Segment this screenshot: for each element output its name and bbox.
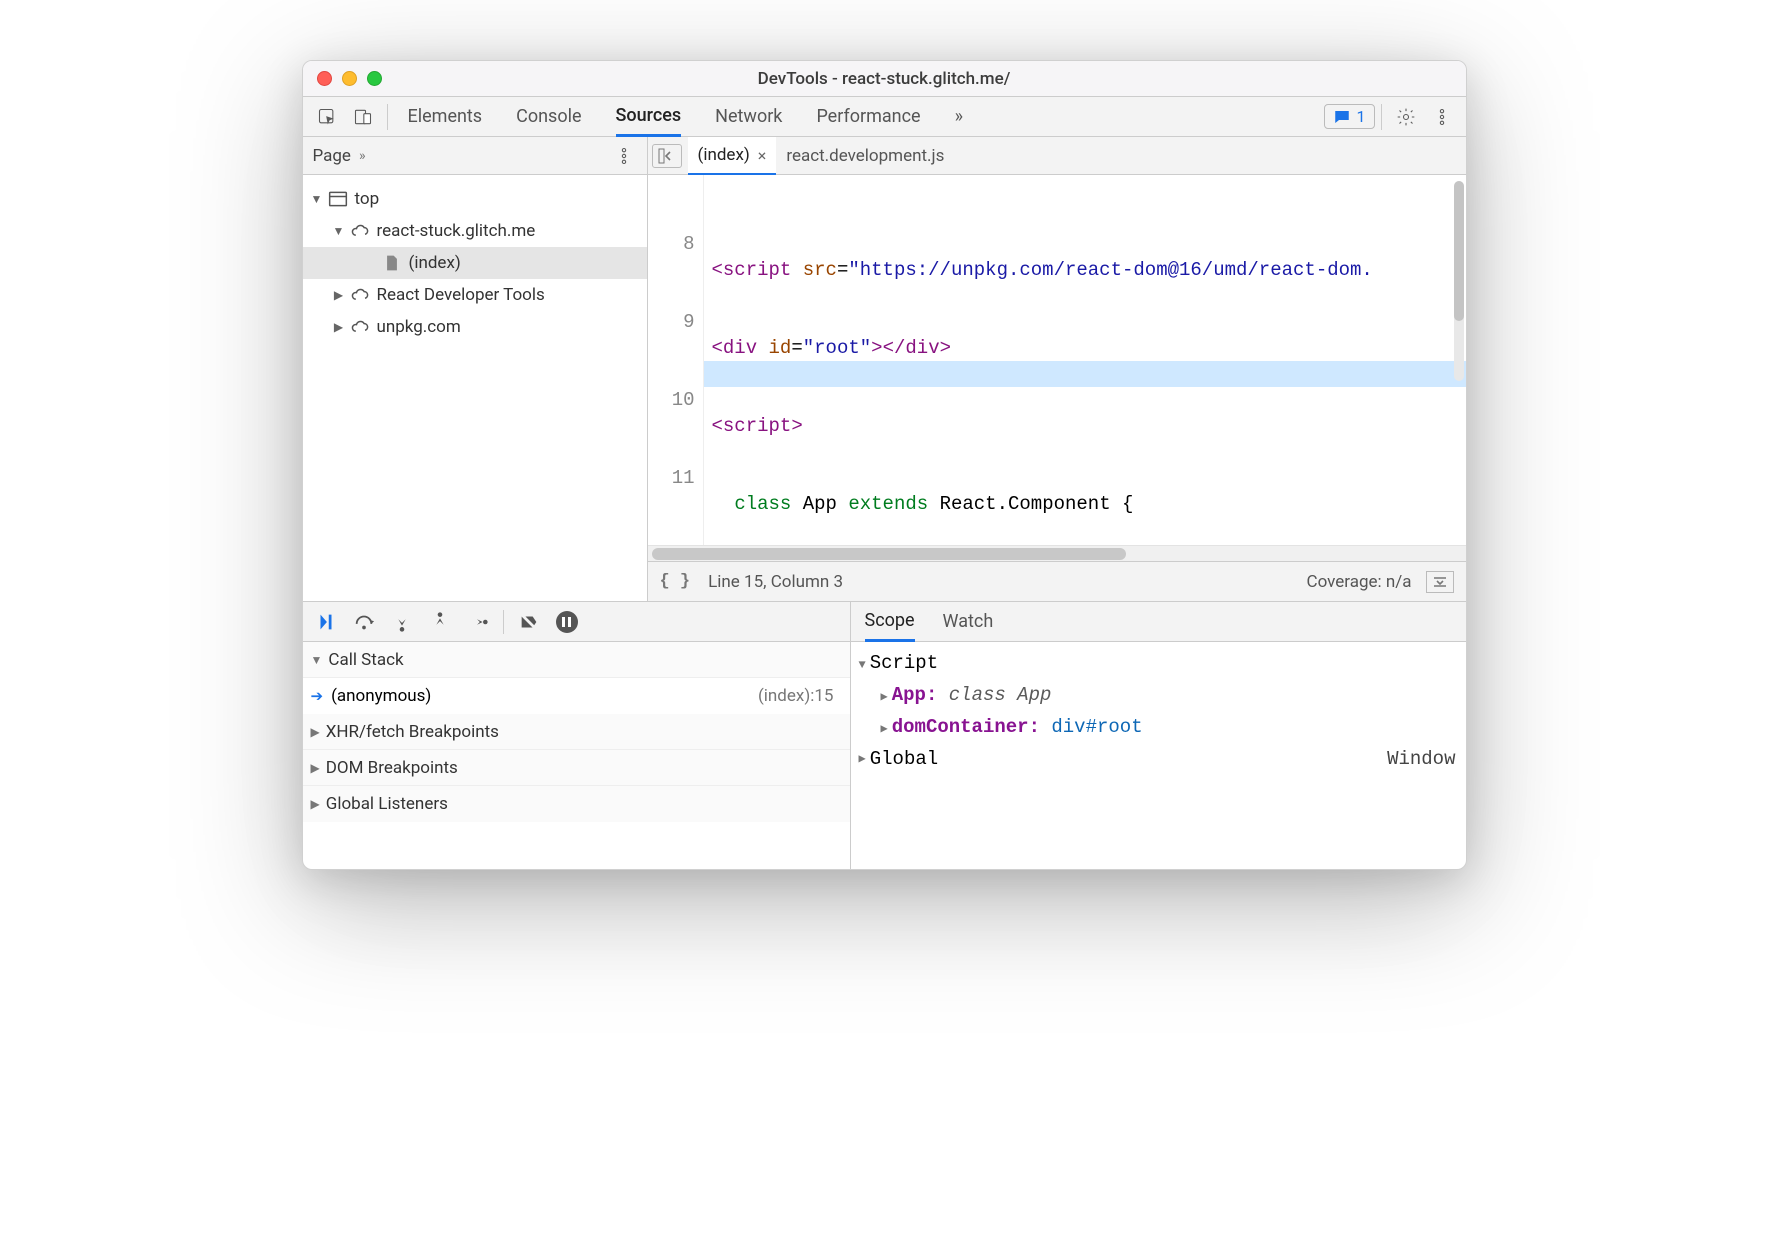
tab-scope[interactable]: Scope [865, 602, 915, 642]
call-stack-header[interactable]: ▼Call Stack [303, 642, 850, 678]
separator [1381, 104, 1382, 130]
resume-button-icon[interactable] [309, 605, 343, 639]
tree-frame-top[interactable]: ▼ top [303, 183, 647, 215]
current-frame-icon: ➔ [311, 687, 324, 705]
tree-label: (index) [409, 253, 461, 273]
tree-origin[interactable]: ▼ react-stuck.glitch.me [303, 215, 647, 247]
tab-network[interactable]: Network [715, 97, 782, 137]
device-toolbar-icon[interactable] [345, 99, 381, 135]
tab-watch[interactable]: Watch [943, 602, 994, 642]
gutter[interactable]: 8 9 10 11 12 13 14 15 16 17 18 [648, 175, 704, 545]
frame-location: (index):15 [758, 686, 842, 706]
scope-section-script[interactable]: ▼Script [859, 648, 1456, 680]
step-icon[interactable] [461, 605, 495, 639]
pause-on-exceptions-icon[interactable] [550, 605, 584, 639]
navigator-tab-page[interactable]: Page [313, 146, 351, 166]
tree-label: react-stuck.glitch.me [377, 221, 536, 241]
scope-section-global[interactable]: ▶GlobalWindow [859, 744, 1456, 774]
titlebar: DevTools - react-stuck.glitch.me/ [303, 61, 1466, 97]
tab-performance[interactable]: Performance [816, 97, 920, 137]
window-title: DevTools - react-stuck.glitch.me/ [303, 69, 1466, 89]
tree-file-index[interactable]: (index) [303, 247, 647, 279]
navigator-tabs-overflow[interactable]: » [359, 148, 366, 164]
global-listeners-header[interactable]: ▶Global Listeners [303, 786, 850, 822]
horizontal-scrollbar[interactable] [648, 545, 1466, 561]
file-tab-index[interactable]: (index) × [688, 137, 777, 175]
step-over-icon[interactable] [347, 605, 381, 639]
frame-name: (anonymous) [331, 686, 431, 706]
tab-console[interactable]: Console [516, 97, 581, 137]
tree-label: unpkg.com [377, 317, 461, 337]
code-editor[interactable]: 8 9 10 11 12 13 14 15 16 17 18 <script s… [648, 175, 1466, 545]
editor-nav-toggle-icon[interactable] [652, 144, 682, 168]
scope-pane: Scope Watch ▼Script ▶App: class App ▶dom… [851, 602, 1466, 869]
inspect-element-icon[interactable] [309, 99, 345, 135]
code-lines[interactable]: <script src="https://unpkg.com/react-dom… [704, 175, 1466, 545]
step-out-icon[interactable] [423, 605, 457, 639]
vertical-scrollbar[interactable] [1454, 181, 1464, 381]
scope-var-app[interactable]: ▶App: class App [859, 680, 1456, 712]
step-into-icon[interactable] [385, 605, 419, 639]
separator [503, 610, 504, 634]
show-details-icon[interactable] [1426, 571, 1454, 593]
editor-panel: (index) × react.development.js 8 9 10 11… [648, 137, 1466, 601]
editor-status-bar: { } Line 15, Column 3 Coverage: n/a [648, 561, 1466, 601]
file-tree: ▼ top ▼ react-stuck.glitch.me (index) ▶ … [303, 175, 647, 351]
settings-gear-icon[interactable] [1388, 99, 1424, 135]
messages-badge[interactable]: 1 [1324, 104, 1375, 129]
tree-origin-unpkg[interactable]: ▶ unpkg.com [303, 311, 647, 343]
file-tab-label: (index) [698, 145, 750, 165]
navigator-more-icon[interactable] [611, 138, 637, 174]
close-icon[interactable]: × [758, 146, 767, 165]
message-count: 1 [1357, 107, 1366, 126]
coverage-status: Coverage: n/a [1307, 572, 1412, 592]
tree-label: top [355, 189, 380, 209]
navigator-sidebar: Page » ▼ top ▼ react-stuck.glitch.me [303, 137, 648, 601]
pretty-print-icon[interactable]: { } [660, 572, 691, 591]
tree-label: React Developer Tools [377, 285, 545, 305]
separator [387, 104, 388, 130]
current-line-highlight [704, 361, 1466, 387]
xhr-breakpoints-header[interactable]: ▶XHR/fetch Breakpoints [303, 714, 850, 750]
editor-tabs: (index) × react.development.js [648, 137, 1466, 175]
tree-extension-rdt[interactable]: ▶ React Developer Tools [303, 279, 647, 311]
scope-var-domcontainer[interactable]: ▶domContainer: div#root [859, 712, 1456, 744]
file-tab-react-dev[interactable]: react.development.js [776, 137, 954, 175]
devtools-window: DevTools - react-stuck.glitch.me/ Elemen… [302, 60, 1467, 870]
dom-breakpoints-header[interactable]: ▶DOM Breakpoints [303, 750, 850, 786]
debugger-toolbar [303, 602, 850, 642]
scope-tabs: Scope Watch [851, 602, 1466, 642]
more-menu-icon[interactable] [1424, 99, 1460, 135]
navigator-header: Page » [303, 137, 647, 175]
tab-sources[interactable]: Sources [616, 97, 682, 137]
debugger-pane: ▼Call Stack ➔ (anonymous) (index):15 ▶XH… [303, 602, 851, 869]
tabs-overflow[interactable]: » [955, 97, 963, 137]
cursor-position: Line 15, Column 3 [708, 572, 843, 592]
stack-frame[interactable]: ➔ (anonymous) (index):15 [303, 678, 850, 714]
tab-elements[interactable]: Elements [408, 97, 483, 137]
deactivate-breakpoints-icon[interactable] [512, 605, 546, 639]
main-toolbar: Elements Console Sources Network Perform… [303, 97, 1466, 137]
file-tab-label: react.development.js [786, 146, 944, 166]
